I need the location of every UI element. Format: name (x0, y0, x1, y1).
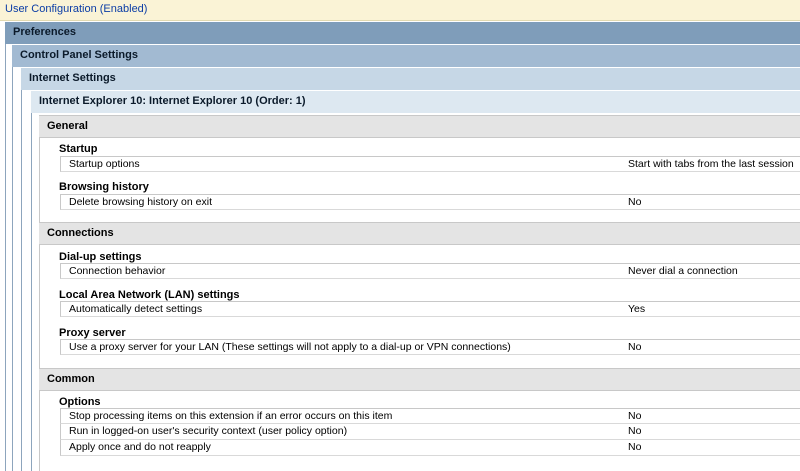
section-title: General (47, 120, 88, 132)
tree-guide-line (5, 44, 6, 471)
setting-label: Use a proxy server for your LAN (These s… (69, 341, 511, 353)
setting-row: Connection behavior Never dial a connect… (60, 263, 800, 279)
tree-header-internet-settings[interactable]: Internet Settings (21, 67, 800, 90)
setting-value: No (628, 196, 642, 208)
setting-value: No (628, 441, 642, 453)
setting-row: Automatically detect settings Yes (60, 301, 800, 317)
setting-label: Connection behavior (69, 265, 166, 277)
setting-label: Startup options (69, 158, 140, 170)
tree-header-preferences[interactable]: Preferences (5, 21, 800, 44)
tree-header-control-panel-settings[interactable]: Control Panel Settings (12, 44, 800, 67)
setting-value: Never dial a connection (628, 265, 738, 277)
group-title-lan-settings: Local Area Network (LAN) settings (59, 289, 240, 301)
tree-header-internet-explorer-10[interactable]: Internet Explorer 10: Internet Explorer … (31, 90, 800, 113)
setting-label: Run in logged-on user's security context… (69, 425, 348, 437)
setting-label: Stop processing items on this extension … (69, 410, 393, 422)
section-title: Common (47, 373, 95, 385)
setting-value: Start with tabs from the last session (628, 158, 794, 170)
tree-guide-line (39, 136, 40, 471)
group-title-startup: Startup (59, 143, 98, 155)
tree-header-label: Preferences (13, 26, 76, 38)
setting-row: Stop processing items on this extension … (60, 408, 800, 424)
setting-row: Startup options Start with tabs from the… (60, 156, 800, 172)
setting-value: No (628, 425, 642, 437)
tree-guide-line (31, 113, 32, 471)
section-connections[interactable]: Connections (39, 222, 800, 245)
setting-row: Run in logged-on user's security context… (60, 424, 800, 440)
group-title-dial-up-settings: Dial-up settings (59, 251, 142, 263)
group-title-proxy-server: Proxy server (59, 327, 126, 339)
tree-guide-line (21, 90, 22, 471)
setting-value: No (628, 341, 642, 353)
setting-label: Delete browsing history on exit (69, 196, 212, 208)
group-title-options: Options (59, 396, 101, 408)
tree-header-label: Internet Explorer 10: Internet Explorer … (39, 95, 306, 107)
setting-row: Apply once and do not reapply No (60, 440, 800, 456)
setting-row: Delete browsing history on exit No (60, 194, 800, 210)
report-title[interactable]: User Configuration (Enabled) (5, 3, 147, 15)
report-title-bar[interactable]: User Configuration (Enabled) (0, 0, 800, 21)
group-title-browsing-history: Browsing history (59, 181, 149, 193)
setting-row: Use a proxy server for your LAN (These s… (60, 339, 800, 355)
setting-value: Yes (628, 303, 646, 315)
section-general[interactable]: General (39, 115, 800, 138)
setting-label: Automatically detect settings (69, 303, 203, 315)
tree-header-label: Control Panel Settings (20, 49, 138, 61)
section-title: Connections (47, 227, 114, 239)
setting-label: Apply once and do not reapply (69, 441, 211, 453)
tree-guide-line (12, 67, 13, 471)
tree-header-label: Internet Settings (29, 72, 116, 84)
setting-value: No (628, 410, 642, 422)
section-common[interactable]: Common (39, 368, 800, 391)
